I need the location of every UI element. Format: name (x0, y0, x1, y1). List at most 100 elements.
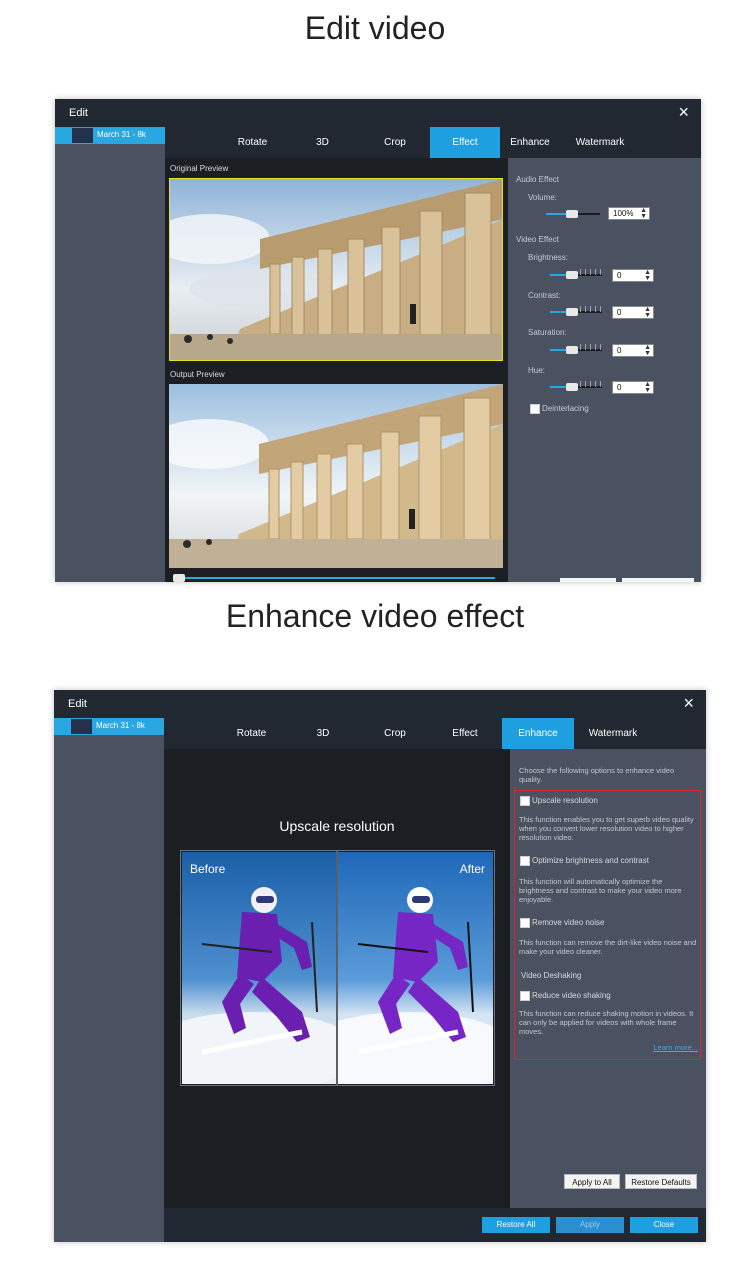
video-effect-heading: Video Effect (516, 235, 559, 244)
after-image: After (338, 852, 493, 1084)
file-list: March 31 - 8k (54, 718, 164, 1242)
preview-area: Original Preview Output Preview (165, 158, 508, 582)
hue-slider-handle[interactable] (566, 383, 578, 391)
timeline-slider[interactable] (173, 573, 495, 582)
brightness-value: 0 (617, 271, 622, 280)
video-thumbnail (72, 128, 93, 143)
original-preview-label: Original Preview (170, 164, 229, 173)
original-preview-image (169, 178, 503, 361)
learn-more-link[interactable]: Learn more... (653, 1043, 698, 1052)
tab-3d[interactable]: 3D (284, 718, 362, 749)
upscale-resolution-label: Upscale resolution (532, 796, 598, 805)
video-thumbnail (71, 719, 92, 734)
contrast-slider-handle[interactable] (566, 308, 578, 316)
optimize-brightness-label: Optimize brightness and contrast (532, 856, 649, 865)
restore-all-button[interactable]: Restore All (482, 1217, 550, 1233)
deinterlacing-checkbox[interactable] (530, 404, 540, 414)
brightness-label: Brightness: (528, 253, 569, 262)
spin-arrows-icon[interactable]: ▲ ▼ (640, 207, 647, 220)
timeline-handle[interactable] (173, 574, 185, 582)
apply-to-all-button[interactable]: Apply to All (564, 1174, 620, 1189)
comparison-frame: Before After (180, 850, 495, 1086)
bottom-button-right[interactable] (622, 578, 694, 582)
tab-enhance[interactable]: Enhance (502, 718, 574, 749)
deinterlacing-label: Deinterlacing (542, 404, 589, 413)
brightness-slider[interactable] (550, 269, 602, 280)
window-title: Edit (69, 107, 88, 119)
remove-noise-label: Remove video noise (532, 918, 605, 927)
tab-rotate[interactable]: Rotate (220, 127, 285, 158)
output-preview-image (169, 384, 503, 568)
edit-window-effect: Edit × March 31 - 8k Rotate 3D Crop Effe… (55, 99, 701, 582)
title-bar: Edit × (55, 99, 701, 127)
edit-window-enhance: Edit × March 31 - 8k Rotate 3D Crop Effe… (54, 690, 706, 1242)
caption-enhance-video-effect: Enhance video effect (225, 598, 525, 634)
reduce-shaking-label: Reduce video shaking (532, 991, 611, 1000)
volume-stepper[interactable]: 100% ▲ ▼ (608, 207, 650, 220)
brightness-slider-handle[interactable] (566, 271, 578, 279)
reduce-shaking-checkbox[interactable] (520, 991, 530, 1001)
remove-noise-desc: This function can remove the dirt-like v… (519, 938, 697, 956)
before-image: Before (182, 852, 336, 1084)
enhance-settings-panel: Choose the following options to enhance … (510, 749, 706, 1208)
hue-label: Hue: (528, 366, 545, 375)
before-label: Before (190, 862, 226, 876)
tab-rotate[interactable]: Rotate (219, 718, 284, 749)
volume-value: 100% (613, 209, 634, 218)
file-list-item[interactable]: March 31 - 8k (54, 718, 164, 735)
close-icon[interactable]: × (683, 693, 694, 714)
spin-arrows-icon[interactable]: ▲ ▼ (644, 269, 651, 282)
video-deshaking-heading: Video Deshaking (521, 971, 582, 980)
close-button[interactable]: Close (630, 1217, 698, 1233)
output-preview-label: Output Preview (170, 370, 225, 379)
optimize-brightness-checkbox[interactable] (520, 856, 530, 866)
tab-effect[interactable]: Effect (428, 718, 502, 749)
title-bar: Edit × (54, 690, 706, 718)
upscale-title: Upscale resolution (279, 818, 395, 834)
enhance-preview-area: Upscale resolution Before After (164, 749, 510, 1208)
tab-watermark[interactable]: Watermark (560, 127, 640, 158)
tab-3d[interactable]: 3D (285, 127, 360, 158)
bottom-action-bar: Restore All Apply Close (164, 1208, 706, 1242)
tab-bar: Rotate 3D Crop Effect Enhance Watermark (165, 127, 701, 158)
tab-watermark[interactable]: Watermark (574, 718, 652, 749)
window-title: Edit (68, 698, 87, 710)
volume-slider-handle[interactable] (566, 210, 578, 218)
saturation-label: Saturation: (528, 328, 567, 337)
tab-enhance[interactable]: Enhance (500, 127, 560, 158)
close-icon[interactable]: × (678, 102, 689, 123)
spin-arrows-icon[interactable]: ▲ ▼ (644, 344, 651, 357)
remove-noise-checkbox[interactable] (520, 918, 530, 928)
caption-edit-video: Edit video (304, 10, 446, 46)
audio-effect-heading: Audio Effect (516, 175, 559, 184)
enhance-intro: Choose the following options to enhance … (519, 766, 675, 784)
apply-button[interactable]: Apply (556, 1217, 624, 1233)
brightness-stepper[interactable]: 0 ▲ ▼ (612, 269, 654, 282)
tab-crop[interactable]: Crop (362, 718, 428, 749)
bottom-button-left[interactable] (560, 578, 616, 582)
upscale-resolution-checkbox[interactable] (520, 796, 530, 806)
saturation-slider[interactable] (550, 344, 602, 355)
saturation-value: 0 (617, 346, 622, 355)
file-name: March 31 - 8k (96, 721, 145, 730)
file-list-item[interactable]: March 31 - 8k (55, 127, 165, 144)
tab-bar: Rotate 3D Crop Effect Enhance Watermark (164, 718, 706, 749)
contrast-stepper[interactable]: 0 ▲ ▼ (612, 306, 654, 319)
hue-slider[interactable] (550, 381, 602, 392)
file-name: March 31 - 8k (97, 130, 146, 139)
hue-stepper[interactable]: 0 ▲ ▼ (612, 381, 654, 394)
spin-arrows-icon[interactable]: ▲ ▼ (644, 306, 651, 319)
tab-effect[interactable]: Effect (430, 127, 500, 158)
saturation-slider-handle[interactable] (566, 346, 578, 354)
restore-defaults-button[interactable]: Restore Defaults (625, 1174, 697, 1189)
upscale-resolution-desc: This function enables you to get superb … (519, 815, 694, 842)
optimize-brightness-desc: This function will automatically optimiz… (519, 877, 682, 904)
hue-value: 0 (617, 383, 622, 392)
saturation-stepper[interactable]: 0 ▲ ▼ (612, 344, 654, 357)
tab-crop[interactable]: Crop (360, 127, 430, 158)
volume-slider[interactable] (546, 209, 600, 219)
effect-settings-panel: Audio Effect Volume: 100% ▲ ▼ Video Effec… (508, 158, 701, 582)
spin-arrows-icon[interactable]: ▲ ▼ (644, 381, 651, 394)
volume-label: Volume: (528, 193, 557, 202)
contrast-slider[interactable] (550, 306, 602, 317)
